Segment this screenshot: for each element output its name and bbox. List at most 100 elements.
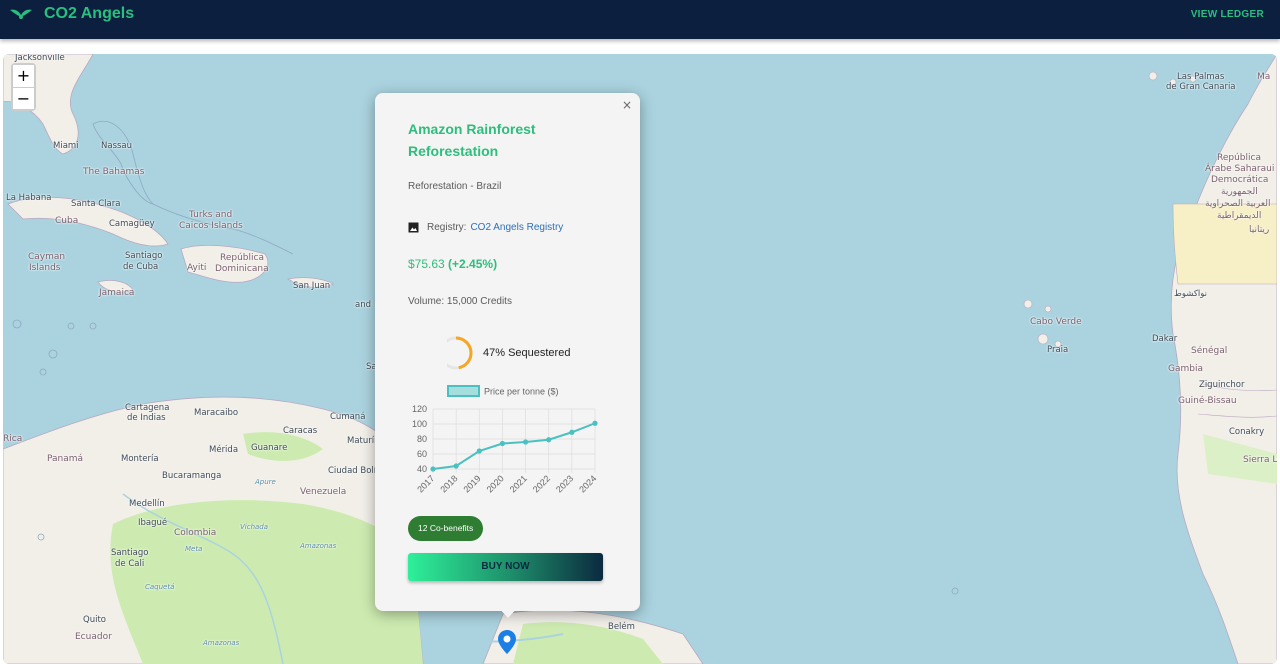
place-label: Guanare: [251, 443, 288, 453]
volume-text: Volume: 15,000 Credits: [408, 296, 512, 307]
sequestered-indicator: 47% Sequestered: [447, 334, 570, 372]
place-label: Santiago: [125, 251, 163, 261]
y-tick-label: 80: [417, 434, 427, 444]
x-tick-label: 2022: [531, 473, 552, 494]
place-label: Guiné-Bissau: [1178, 396, 1237, 406]
place-label: Dakar: [1152, 334, 1178, 344]
zoom-out-button[interactable]: −: [13, 87, 34, 109]
x-tick-label: 2020: [485, 473, 506, 494]
close-popup-button[interactable]: ×: [622, 98, 632, 112]
place-label: العربية الصحراوية: [1205, 199, 1271, 209]
place-label: Caracas: [283, 426, 318, 436]
place-label: República: [1217, 153, 1261, 163]
place-label: Islands: [29, 263, 61, 273]
place-label: Árabe Saharaui: [1205, 164, 1275, 174]
price-chart: Price per tonne ($) 120 100 80 60 40 2017 2018 2…: [403, 385, 603, 497]
place-label: Democrática: [1211, 175, 1269, 185]
angel-wings-logo-icon[interactable]: [10, 6, 32, 22]
price-row: $75.63 (+2.45%): [408, 257, 497, 271]
place-label: de Gran Canaria: [1166, 82, 1236, 92]
x-tick-label: 2023: [554, 473, 575, 494]
progress-ring-fill: [447, 336, 473, 370]
data-point: [592, 420, 598, 426]
x-tick-label: 2019: [461, 473, 482, 494]
place-label: Venezuela: [300, 487, 347, 497]
place-label: Santa Clara: [71, 199, 121, 209]
place-label: Panamá: [47, 454, 84, 464]
place-label: Rica: [3, 434, 23, 444]
place-label: Jamaica: [99, 288, 135, 298]
place-label: Cuba: [55, 216, 79, 226]
place-label: Amazonas: [203, 639, 240, 647]
map-marker-icon[interactable]: [498, 630, 516, 654]
place-label: Mérida: [209, 445, 239, 455]
y-tick-label: 120: [412, 404, 427, 414]
zoom-in-button[interactable]: +: [13, 65, 34, 87]
registry-row: Registry: CO2 Angels Registry: [408, 222, 563, 233]
data-point: [499, 440, 506, 447]
place-label: Apure: [255, 478, 276, 486]
place-label: Caquetá: [145, 583, 175, 591]
data-point: [430, 466, 436, 472]
place-label: Dominicana: [215, 264, 269, 274]
place-label: الجمهورية: [1221, 187, 1258, 197]
place-label: de Cuba: [123, 262, 159, 272]
x-tick-label: 2018: [438, 473, 459, 494]
registry-label: Registry:: [427, 222, 467, 233]
legend-label: Price per tonne ($): [484, 387, 559, 397]
place-label: Praia: [1047, 345, 1069, 355]
place-label: Amazonas: [300, 542, 337, 550]
popup-tip: [497, 606, 519, 618]
place-label: Caicos Islands: [179, 221, 243, 231]
place-label: Montería: [121, 454, 159, 464]
x-tick-label: 2017: [415, 473, 436, 494]
y-tick-label: 40: [417, 464, 427, 474]
data-point: [453, 463, 459, 469]
y-tick-label: 100: [412, 419, 427, 429]
map-view[interactable]: + − Jacksonville Miami Nassau The Bahama…: [3, 54, 1277, 664]
place-label: Ciudad Bolív: [328, 466, 382, 476]
place-label: de Indias: [127, 413, 166, 423]
data-point: [476, 448, 482, 454]
place-label: Ibagué: [138, 518, 168, 528]
cobenefits-chip[interactable]: 12 Co-benefits: [408, 516, 484, 541]
place-label: Sierra Le: [1243, 455, 1277, 465]
app-header: CO2 Angels VIEW LEDGER: [0, 0, 1280, 39]
place-label: Las Palmas: [1177, 72, 1225, 82]
place-label: Cartagena: [125, 403, 170, 413]
place-label: Miami: [53, 141, 79, 151]
place-label: Jacksonville: [15, 54, 65, 63]
place-label: Sénégal: [1191, 346, 1228, 356]
image-icon: [408, 222, 419, 233]
place-label: Nassau: [101, 141, 133, 151]
place-label: Belém: [608, 622, 635, 632]
place-label: ريتانيا: [1249, 225, 1270, 235]
place-label: نواكشوط: [1174, 289, 1207, 299]
x-tick-label: 2024: [577, 473, 598, 494]
data-point: [569, 429, 575, 435]
place-label: Bucaramanga: [162, 471, 222, 481]
place-label: Maracaibo: [194, 408, 239, 418]
place-label: Ayiti: [187, 263, 207, 273]
place-label: La Habana: [6, 193, 52, 203]
place-label: Colombia: [174, 528, 217, 538]
place-label: Medellín: [129, 499, 165, 509]
place-label: Turks and: [189, 210, 233, 220]
place-label: Ecuador: [75, 632, 112, 642]
price-chart-svg: Price per tonne ($)1201008060402017 2018 2…: [412, 385, 598, 495]
place-label: and: [355, 300, 371, 310]
app-title[interactable]: CO2 Angels: [44, 5, 134, 23]
project-subtitle: Reforestation - Brazil: [408, 181, 502, 192]
place-label: Conakry: [1229, 427, 1265, 437]
data-point: [522, 439, 529, 445]
price-change: (+2.45%): [448, 257, 498, 271]
registry-link[interactable]: CO2 Angels Registry: [470, 222, 563, 233]
buy-now-button[interactable]: BUY NOW: [408, 553, 603, 581]
place-label: الديمقراطية: [1217, 211, 1262, 221]
place-label: Santiago: [111, 548, 149, 558]
view-ledger-link[interactable]: VIEW LEDGER: [1191, 9, 1264, 20]
progress-ring: [447, 336, 473, 370]
place-label: Gambia: [1168, 364, 1203, 374]
place-label: Cumaná: [330, 412, 366, 422]
place-label: Meta: [185, 545, 203, 553]
